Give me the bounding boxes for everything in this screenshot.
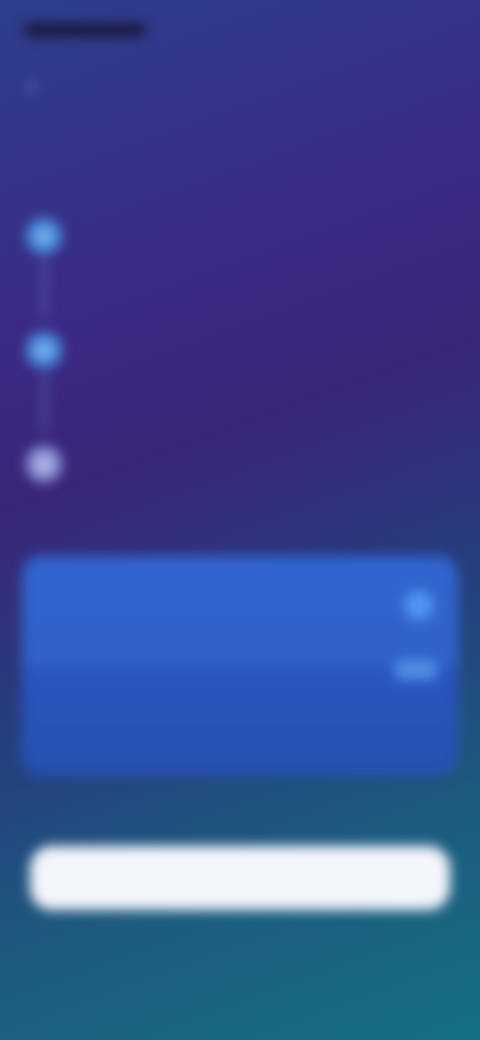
timeline-step-reminder: ●	[22, 326, 454, 432]
selected-radio-icon[interactable]	[404, 590, 434, 620]
plan-badge	[394, 660, 438, 680]
start-trial-button[interactable]	[30, 846, 450, 910]
back-button[interactable]: ‹	[28, 74, 50, 96]
timeline-connector	[43, 372, 46, 432]
status-time	[24, 24, 146, 36]
star-icon: ●	[26, 446, 62, 482]
trial-timeline: ● ● ●	[22, 200, 454, 554]
lock-icon: ●	[26, 218, 62, 254]
screen: ‹ ● ● ●	[0, 0, 480, 1040]
chevron-left-icon: ‹	[28, 72, 36, 97]
timeline-step-billing: ●	[22, 440, 454, 520]
timeline-connector	[43, 258, 46, 318]
plan-option-yearly[interactable]	[22, 556, 458, 666]
plan-selector	[22, 556, 458, 776]
bell-icon: ●	[26, 332, 62, 368]
plan-option-monthly[interactable]	[22, 660, 458, 776]
status-bar	[24, 12, 456, 48]
timeline-step-today: ●	[22, 212, 454, 318]
